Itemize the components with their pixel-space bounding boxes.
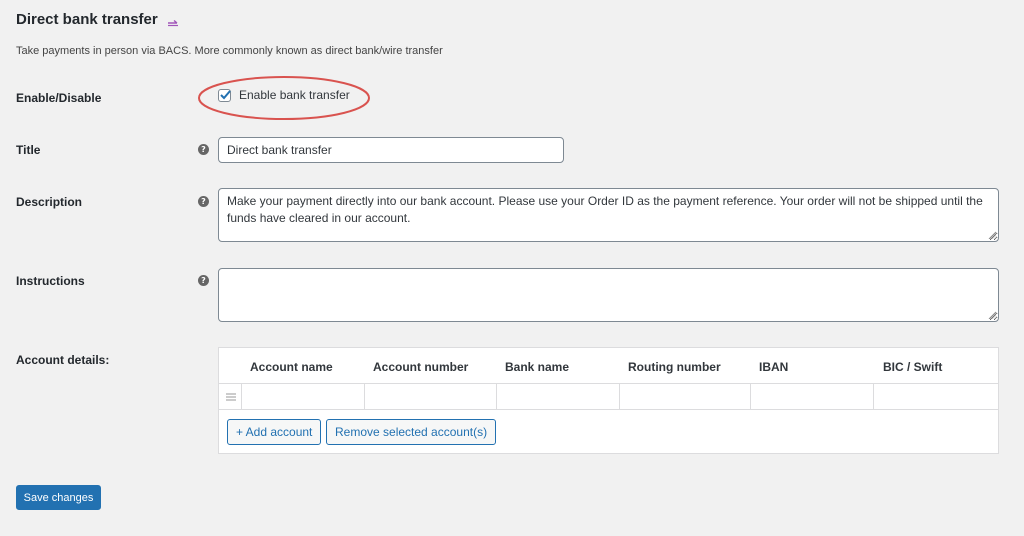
page-description: Take payments in person via BACS. More c… — [16, 45, 443, 57]
account-details-table: Account name Account number Bank name Ro… — [218, 347, 999, 454]
column-header-routing-number: Routing number — [628, 360, 721, 374]
column-header-account-name: Account name — [250, 360, 333, 374]
save-changes-button[interactable]: Save changes — [16, 485, 101, 510]
add-account-button[interactable]: + Add account — [227, 419, 322, 445]
cell-divider — [873, 384, 874, 409]
table-row[interactable] — [219, 383, 998, 410]
resize-grip-icon[interactable] — [988, 231, 996, 239]
cell-divider — [241, 384, 242, 409]
cell-divider — [750, 384, 751, 409]
cell-divider — [364, 384, 365, 409]
page-title-row: Direct bank transfer — [16, 11, 180, 28]
instructions-textarea[interactable] — [218, 268, 999, 322]
remove-selected-accounts-button[interactable]: Remove selected account(s) — [326, 419, 497, 445]
column-header-iban: IBAN — [759, 360, 789, 374]
account-details-label: Account details: — [16, 353, 110, 367]
enable-bank-transfer-option[interactable]: Enable bank transfer — [218, 88, 350, 102]
column-header-account-number: Account number — [373, 360, 469, 374]
description-label: Description — [16, 195, 83, 209]
drag-handle-icon[interactable] — [226, 393, 236, 401]
cell-divider — [619, 384, 620, 409]
return-arrow-icon[interactable] — [166, 14, 180, 28]
enable-bank-transfer-label[interactable]: Enable bank transfer — [239, 88, 350, 102]
instructions-label: Instructions — [16, 274, 85, 288]
title-label: Title — [16, 143, 41, 157]
description-text: Make your payment directly into our bank… — [227, 194, 983, 225]
enable-disable-label: Enable/Disable — [16, 91, 102, 105]
title-field[interactable]: Direct bank transfer — [218, 137, 564, 163]
resize-grip-icon[interactable] — [988, 311, 996, 319]
checkmark-icon — [220, 89, 231, 99]
question-mark-icon[interactable]: ? — [198, 275, 209, 286]
enable-bank-transfer-checkbox[interactable] — [218, 88, 231, 102]
question-mark-icon[interactable]: ? — [198, 196, 209, 207]
cell-divider — [496, 384, 497, 409]
page-title: Direct bank transfer — [16, 11, 158, 28]
description-textarea[interactable]: Make your payment directly into our bank… — [218, 188, 999, 242]
column-header-bic-swift: BIC / Swift — [883, 360, 943, 374]
question-mark-icon[interactable]: ? — [198, 144, 209, 155]
column-header-bank-name: Bank name — [505, 360, 570, 374]
